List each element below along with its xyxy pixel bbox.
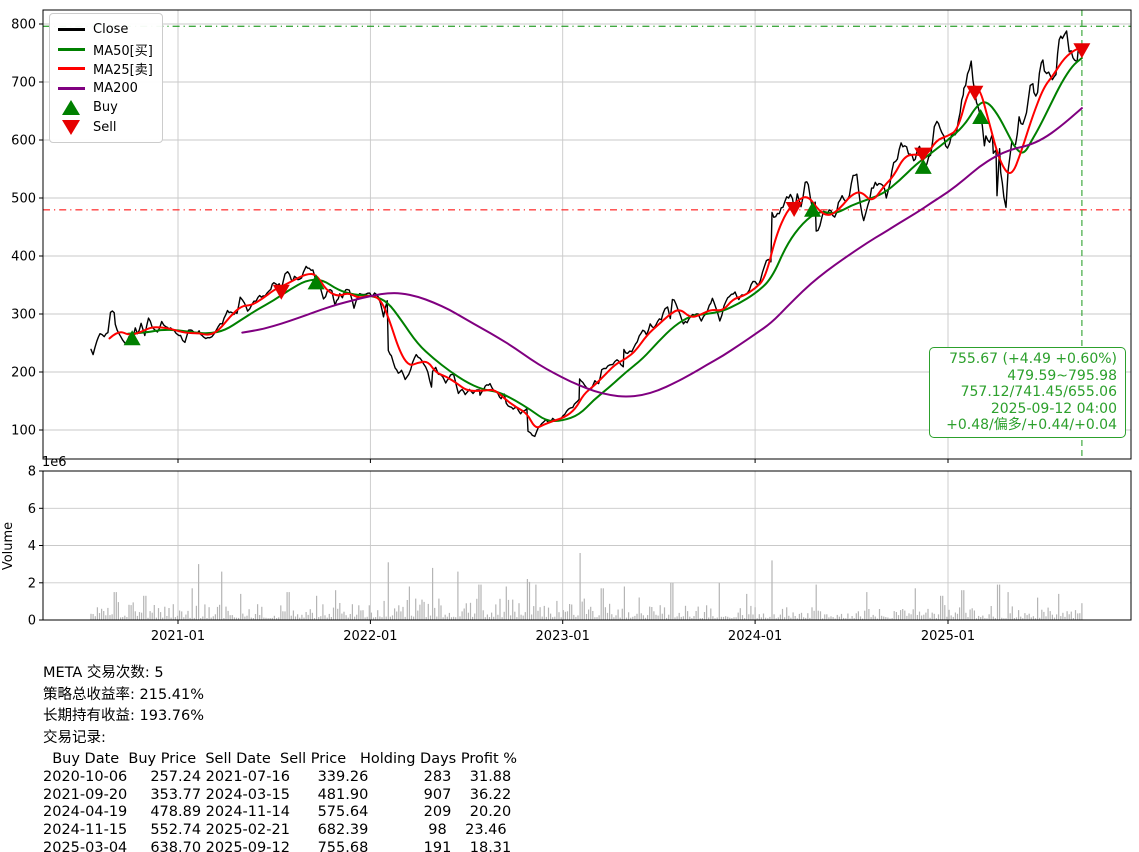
legend-label: MA200	[93, 81, 138, 96]
svg-text:0: 0	[28, 614, 36, 629]
svg-text:300: 300	[11, 308, 36, 323]
svg-text:800: 800	[11, 18, 36, 33]
legend-item-ma50: MA50[买]	[57, 40, 156, 60]
svg-text:6: 6	[28, 502, 36, 517]
legend-label: Close	[93, 22, 128, 37]
legend-label: MA25[卖]	[93, 59, 153, 78]
svg-text:2022-01: 2022-01	[343, 629, 397, 644]
svg-text:100: 100	[11, 424, 36, 439]
annotation-datetime-line: 2025-09-12 04:00	[938, 401, 1117, 418]
annotation-bias-line: +0.48/偏多/+0.44/+0.04	[938, 417, 1117, 434]
close-line-icon	[57, 28, 85, 31]
svg-text:1e6: 1e6	[42, 455, 67, 470]
svg-text:500: 500	[11, 192, 36, 207]
svg-text:200: 200	[11, 366, 36, 381]
svg-text:700: 700	[11, 76, 36, 91]
strategy-return-line: 策略总收益率: 215.41%	[43, 685, 517, 707]
svg-text:2023-01: 2023-01	[536, 629, 590, 644]
holding-return-line: 长期持有收益: 193.76%	[43, 706, 517, 728]
svg-text:2024-01: 2024-01	[728, 629, 782, 644]
svg-text:8: 8	[28, 465, 36, 480]
trade-records-title: 交易记录:	[43, 728, 517, 750]
svg-text:2: 2	[28, 576, 36, 591]
quote-annotation-box: 755.67 (+4.49 +0.60%) 479.59~795.98 757.…	[929, 347, 1126, 438]
ma50-line-icon	[57, 48, 85, 51]
svg-text:2025-01: 2025-01	[921, 629, 975, 644]
price-volume-chart: 2021-012022-012023-012024-012025-0110020…	[0, 0, 1139, 660]
legend-item-sell: Sell	[57, 118, 156, 138]
strategy-stats: META 交易次数: 5 策略总收益率: 215.41% 长期持有收益: 193…	[43, 663, 517, 852]
svg-text:Volume: Volume	[1, 522, 16, 570]
sell-triangle-icon	[57, 120, 85, 135]
legend-item-buy: Buy	[57, 98, 156, 118]
legend-label: MA50[买]	[93, 40, 153, 59]
legend-label: Buy	[93, 100, 118, 115]
svg-text:4: 4	[28, 539, 36, 554]
svg-text:600: 600	[11, 134, 36, 149]
trading-chart-page: 2021-012022-012023-012024-012025-0110020…	[0, 0, 1139, 852]
annotation-range-line: 479.59~795.98	[938, 368, 1117, 385]
ma25-line-icon	[57, 67, 85, 70]
legend-item-close: Close	[57, 20, 156, 40]
trade-count-line: META 交易次数: 5	[43, 663, 517, 685]
annotation-price-line: 755.67 (+4.49 +0.60%)	[938, 351, 1117, 368]
trade-records-table: Buy Date Buy Price Sell Date Sell Price …	[43, 751, 517, 852]
ma200-line-icon	[57, 87, 85, 90]
legend-item-ma200: MA200	[57, 79, 156, 99]
chart-legend: Close MA50[买] MA25[卖] MA200 Buy Sell	[49, 13, 163, 143]
buy-triangle-icon	[57, 100, 85, 115]
svg-text:400: 400	[11, 250, 36, 265]
svg-text:2021-01: 2021-01	[151, 629, 205, 644]
legend-label: Sell	[93, 120, 116, 135]
legend-item-ma25: MA25[卖]	[57, 59, 156, 79]
annotation-ma-line: 757.12/741.45/655.06	[938, 384, 1117, 401]
